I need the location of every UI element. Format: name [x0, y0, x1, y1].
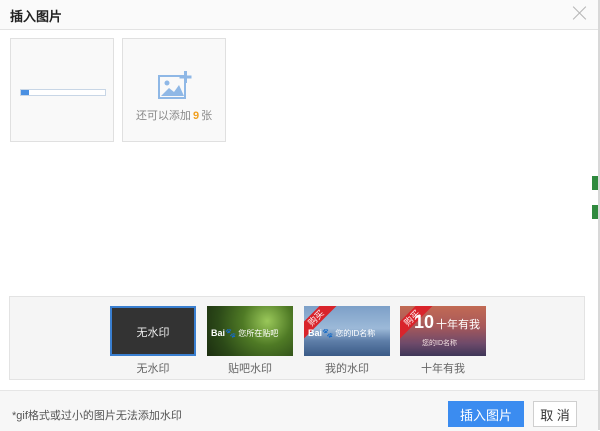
upload-progress-bar: [20, 89, 106, 96]
insert-image-button[interactable]: 插入图片: [448, 401, 524, 427]
watermark-label: 贴吧水印: [228, 363, 272, 375]
watermark-option-mine[interactable]: 购买 Bai🐾 您的ID名称 我的水印: [304, 306, 390, 376]
watermark-preview-text: 您所在贴吧: [238, 329, 279, 338]
close-icon[interactable]: [571, 4, 589, 22]
watermark-label: 无水印: [136, 363, 170, 375]
background-page-edge: [592, 176, 598, 190]
ten-years-badge-icon: 10: [414, 312, 435, 332]
add-image-tile[interactable]: 还可以添加 9 张: [122, 38, 226, 142]
upload-progress-fill: [21, 90, 30, 95]
ten-years-badge-text: 十年有我: [436, 319, 480, 331]
add-image-icon: [158, 71, 192, 99]
background-page-edge: [592, 205, 598, 219]
watermark-preview-bar: Bai🐾 您的ID名称: [308, 328, 386, 340]
watermark-preview-bar: Bai🐾 您所在贴吧: [211, 328, 289, 340]
uploading-image-tile: [10, 38, 114, 142]
watermark-label: 我的水印: [325, 363, 369, 375]
watermark-panel: 无水印 无水印 Bai🐾 您所在贴吧 贴吧水印 购买 Bai🐾 您的ID名称 我的水…: [9, 296, 585, 380]
insert-image-dialog: 插入图片 还可以添加 9 张 无水印 无水印 Bai🐾 您所在贴吧 贴吧水印 购…: [0, 0, 600, 431]
remaining-suffix: 张: [201, 110, 213, 122]
remaining-prefix: 还可以添加: [135, 110, 191, 122]
watermark-preview-text: 您的ID名称: [422, 340, 457, 347]
baidu-logo-icon: Bai🐾: [308, 328, 334, 338]
watermark-preview: 购买 10 十年有我 您的ID名称: [400, 306, 486, 356]
remaining-count: 9: [192, 110, 200, 122]
cancel-button[interactable]: 取 消: [533, 401, 577, 427]
baidu-logo-icon: Bai🐾: [211, 328, 237, 338]
watermark-option-tieba[interactable]: Bai🐾 您所在贴吧 贴吧水印: [207, 306, 293, 376]
dialog-titlebar: 插入图片: [0, 0, 598, 30]
dialog-title: 插入图片: [10, 9, 63, 24]
watermark-preview-text: 您的ID名称: [335, 329, 376, 338]
watermark-preview: Bai🐾 您所在贴吧: [207, 306, 293, 356]
watermark-preview: 购买 Bai🐾 您的ID名称: [304, 306, 390, 356]
watermark-option-none[interactable]: 无水印 无水印: [110, 306, 196, 376]
dialog-footer: *gif格式或过小的图片无法添加水印 插入图片 取 消: [0, 390, 598, 431]
watermark-option-ten-years[interactable]: 购买 10 十年有我 您的ID名称 十年有我: [400, 306, 486, 376]
watermark-preview-text: 无水印: [136, 327, 170, 339]
watermark-note: *gif格式或过小的图片无法添加水印: [12, 410, 182, 422]
watermark-preview: 无水印: [110, 306, 196, 356]
watermark-label: 十年有我: [421, 363, 465, 375]
remaining-count-text: 还可以添加 9 张: [123, 107, 225, 123]
